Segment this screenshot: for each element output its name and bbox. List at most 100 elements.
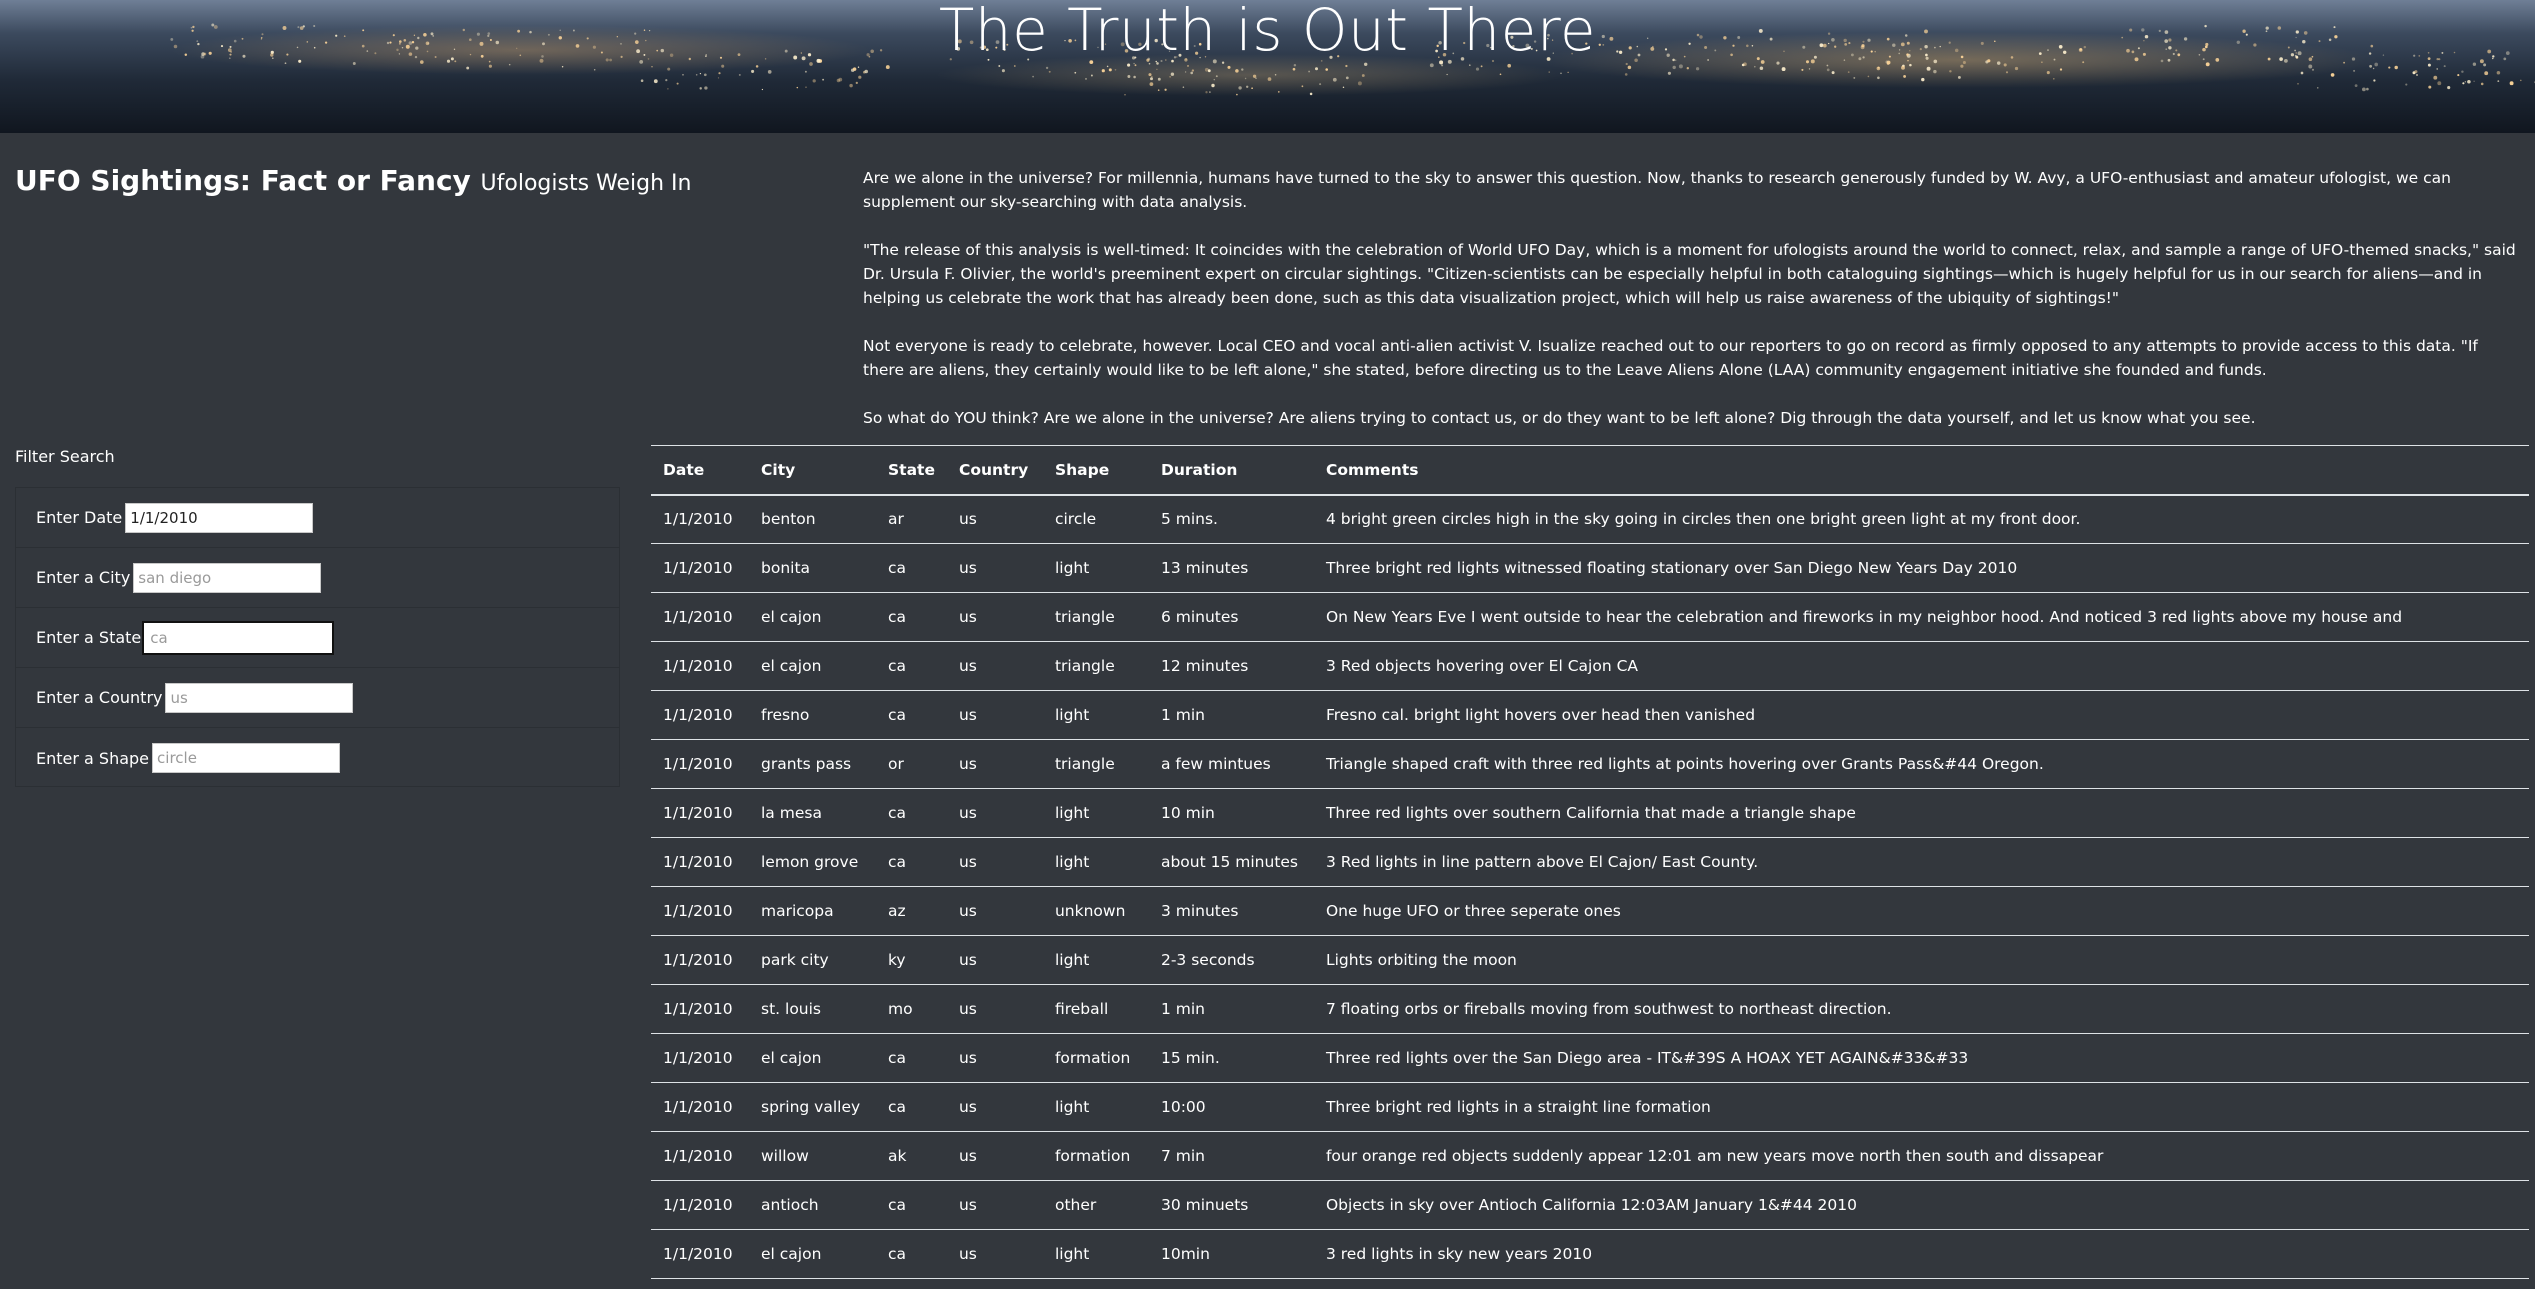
cell-state: ca [876, 1082, 947, 1132]
cell-state: ca [876, 592, 947, 642]
table-row: 1/1/2010 lemon grove ca us light about 15 min… [651, 837, 2529, 887]
cell-country: us [946, 935, 1043, 985]
cell-duration: 2-3 seconds [1148, 935, 1314, 985]
cell-shape: triangle [1042, 592, 1149, 642]
cell-state: ca [876, 1180, 947, 1230]
lead-heading: UFO Sightings: Fact or Fancy Ufologists … [15, 164, 692, 197]
cell-country: us [946, 837, 1043, 887]
cell-shape: light [1042, 1229, 1149, 1279]
cell-duration: 30 minuets [1148, 1180, 1314, 1230]
page-title: The Truth is Out There [938, 0, 1597, 64]
filter-row-city: Enter a City [16, 548, 619, 608]
cell-comments: Lights orbiting the moon [1313, 935, 2529, 985]
cell-city: antioch [749, 1180, 876, 1230]
cell-duration: 3 minutes [1148, 886, 1314, 936]
table-row: 1/1/2010 el cajon ca us triangle 6 minutes On … [651, 592, 2529, 642]
table-row: 1/1/2010 st. louis mo us fireball 1 min 7 floa… [651, 984, 2529, 1034]
cell-shape: light [1042, 788, 1149, 838]
cell-state: mo [876, 984, 947, 1034]
cell-city: fresno [749, 690, 876, 740]
cell-duration: 5 mins. [1148, 494, 1314, 544]
cell-shape: circle [1042, 494, 1149, 544]
cell-country: us [946, 1180, 1043, 1230]
cell-duration: 7 min [1148, 1131, 1314, 1181]
city-input[interactable] [133, 562, 322, 593]
country-input[interactable] [165, 682, 354, 713]
article-text: Are we alone in the universe? For millen… [863, 166, 2523, 454]
table-header-row: Date City State Country Shape Duration C… [651, 445, 2529, 496]
cell-date: 1/1/2010 [651, 1082, 749, 1132]
cell-date: 1/1/2010 [651, 788, 749, 838]
cell-shape: light [1042, 690, 1149, 740]
cell-date: 1/1/2010 [651, 1229, 749, 1279]
state-label: Enter a State [36, 628, 142, 647]
date-input[interactable] [125, 502, 314, 533]
filter-panel: Enter Date Enter a City Enter a State En… [15, 487, 620, 787]
cell-shape: unknown [1042, 886, 1149, 936]
state-input[interactable] [142, 620, 335, 655]
cell-shape: triangle [1042, 641, 1149, 691]
cell-state: ca [876, 1229, 947, 1279]
cell-duration: 15 min. [1148, 1033, 1314, 1083]
cell-date: 1/1/2010 [651, 641, 749, 691]
cell-comments: One huge UFO or three seperate ones [1313, 886, 2529, 936]
lead-title: UFO Sightings: Fact or Fancy [15, 164, 471, 197]
cell-city: lemon grove [749, 837, 876, 887]
table-header: Date City State Country Shape Duration C… [651, 445, 2529, 496]
cell-shape: light [1042, 935, 1149, 985]
cell-country: us [946, 1033, 1043, 1083]
date-label: Enter Date [36, 508, 123, 527]
column-header-date: Date [651, 445, 749, 496]
column-header-comments: Comments [1313, 445, 2529, 496]
cell-comments: Objects in sky over Antioch California 1… [1313, 1180, 2529, 1230]
cell-comments: Three bright red lights witnessed floati… [1313, 543, 2529, 593]
filter-row-state: Enter a State [16, 608, 619, 668]
cell-city: st. louis [749, 984, 876, 1034]
cell-shape: light [1042, 543, 1149, 593]
cell-comments: 3 Red objects hovering over El Cajon CA [1313, 641, 2529, 691]
table-row: 1/1/2010 la mesa ca us light 10 min Three red … [651, 788, 2529, 838]
cell-state: or [876, 739, 947, 789]
filter-row-shape: Enter a Shape [16, 728, 619, 788]
filter-row-country: Enter a Country [16, 668, 619, 728]
cell-city: bonita [749, 543, 876, 593]
cell-city: grants pass [749, 739, 876, 789]
cell-country: us [946, 788, 1043, 838]
shape-input[interactable] [152, 743, 341, 773]
cell-country: us [946, 494, 1043, 544]
city-label: Enter a City [36, 568, 131, 587]
ufo-sightings-table: Date City State Country Shape Duration C… [651, 445, 2529, 1279]
cell-duration: about 15 minutes [1148, 837, 1314, 887]
cell-shape: formation [1042, 1131, 1149, 1181]
table-row: 1/1/2010 grants pass or us triangle a few min… [651, 739, 2529, 789]
cell-country: us [946, 886, 1043, 936]
cell-city: el cajon [749, 592, 876, 642]
cell-city: spring valley [749, 1082, 876, 1132]
cell-state: ca [876, 641, 947, 691]
cell-state: ar [876, 494, 947, 544]
cell-city: benton [749, 494, 876, 544]
cell-date: 1/1/2010 [651, 739, 749, 789]
table-row: 1/1/2010 maricopa az us unknown 3 minutes One … [651, 886, 2529, 936]
table-row: 1/1/2010 willow ak us formation 7 min four ora… [651, 1131, 2529, 1181]
table-row: 1/1/2010 park city ky us light 2-3 seconds Lig… [651, 935, 2529, 985]
cell-city: willow [749, 1131, 876, 1181]
cell-state: az [876, 886, 947, 936]
column-header-state: State [876, 445, 947, 496]
cell-comments: Three bright red lights in a straight li… [1313, 1082, 2529, 1132]
cell-comments: 4 bright green circles high in the sky g… [1313, 494, 2529, 544]
lead-subtitle: Ufologists Weigh In [480, 171, 692, 196]
cell-duration: 13 minutes [1148, 543, 1314, 593]
cell-comments: Three red lights over southern Californi… [1313, 788, 2529, 838]
cell-state: ca [876, 543, 947, 593]
cell-date: 1/1/2010 [651, 690, 749, 740]
cell-country: us [946, 1082, 1043, 1132]
cell-date: 1/1/2010 [651, 1180, 749, 1230]
cell-date: 1/1/2010 [651, 1131, 749, 1181]
cell-duration: 6 minutes [1148, 592, 1314, 642]
cell-country: us [946, 984, 1043, 1034]
cell-state: ky [876, 935, 947, 985]
column-header-city: City [749, 445, 876, 496]
cell-duration: 10:00 [1148, 1082, 1314, 1132]
cell-date: 1/1/2010 [651, 543, 749, 593]
